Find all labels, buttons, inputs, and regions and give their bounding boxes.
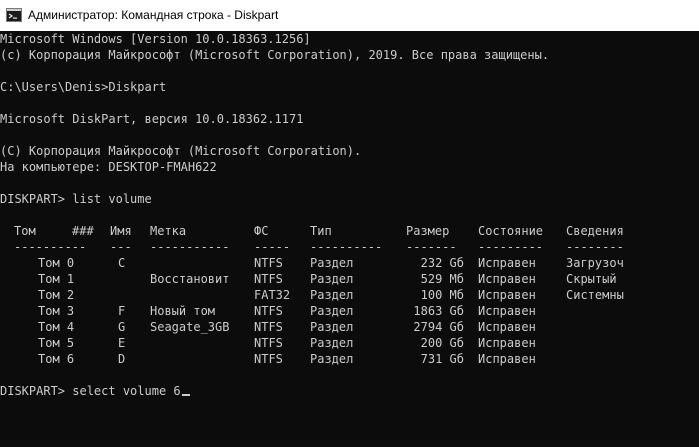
table-cell-volume: Том 3 bbox=[38, 304, 75, 318]
table-cell-letter: D bbox=[118, 352, 126, 366]
table-cell-volume: Том 0 bbox=[38, 256, 75, 270]
table-cell-status: Исправен bbox=[478, 352, 536, 366]
table-cell-type: Раздел bbox=[310, 256, 354, 270]
table-cell-fs: NTFS bbox=[254, 352, 283, 366]
table-cell-letter: E bbox=[118, 336, 126, 350]
command-prompt-line[interactable]: DISKPART> select volume 6 bbox=[0, 383, 190, 399]
table-header-size: Размер bbox=[406, 224, 450, 238]
table-cell-label: Новый том bbox=[150, 304, 216, 318]
table-cell-letter: F bbox=[118, 304, 126, 318]
table-cell-fs: NTFS bbox=[254, 256, 283, 270]
table-cell-volume: Том 1 bbox=[38, 272, 75, 286]
table-cell-status: Исправен bbox=[478, 320, 536, 334]
table-cell-status: Исправен bbox=[478, 336, 536, 350]
table-cell-size: 2794 Gб bbox=[413, 320, 464, 334]
table-cell-type: Раздел bbox=[310, 320, 354, 334]
console-output[interactable]: Microsoft Windows [Version 10.0.18363.12… bbox=[0, 31, 699, 447]
text-cursor bbox=[181, 394, 190, 396]
table-cell-volume: Том 5 bbox=[38, 336, 75, 350]
table-cell-status: Исправен bbox=[478, 304, 536, 318]
table-separator: --- bbox=[110, 240, 132, 254]
window-title: Администратор: Командная строка - Diskpa… bbox=[28, 8, 279, 22]
console-line: Microsoft DiskPart, версия 10.0.18362.11… bbox=[0, 112, 304, 126]
table-separator: ---------- bbox=[14, 240, 87, 254]
table-cell-size: 100 Mб bbox=[420, 288, 464, 302]
table-cell-info: Загрузоч bbox=[566, 256, 624, 270]
cmd-icon bbox=[6, 8, 22, 22]
table-header-type: Тип bbox=[310, 224, 332, 238]
table-cell-info: Системны bbox=[566, 288, 624, 302]
table-header-letter: Имя bbox=[110, 224, 132, 238]
table-cell-fs: NTFS bbox=[254, 304, 283, 318]
table-separator: ---------- bbox=[310, 240, 383, 254]
table-cell-volume: Том 6 bbox=[38, 352, 75, 366]
table-cell-size: 731 Gб bbox=[420, 352, 464, 366]
command-prompt-window: Администратор: Командная строка - Diskpa… bbox=[0, 0, 699, 447]
console-line: (C) Корпорация Майкрософт (Microsoft Cor… bbox=[0, 144, 362, 158]
table-cell-label: Seagate_3GB bbox=[150, 320, 230, 334]
table-header-number: ### bbox=[72, 224, 94, 238]
table-cell-size: 232 Gб bbox=[420, 256, 464, 270]
table-cell-type: Раздел bbox=[310, 336, 354, 350]
table-separator: ------- bbox=[406, 240, 457, 254]
table-separator: ----- bbox=[254, 240, 291, 254]
table-separator: ----------- bbox=[150, 240, 230, 254]
command-input[interactable]: DISKPART> select volume 6 bbox=[0, 384, 181, 398]
table-cell-type: Раздел bbox=[310, 272, 354, 286]
table-cell-letter: G bbox=[118, 320, 126, 334]
console-line: Microsoft Windows [Version 10.0.18363.12… bbox=[0, 32, 311, 46]
console-line: DISKPART> list volume bbox=[0, 192, 152, 206]
table-cell-size: 1863 Gб bbox=[413, 304, 464, 318]
table-cell-type: Раздел bbox=[310, 352, 354, 366]
table-cell-info: Скрытый bbox=[566, 272, 617, 286]
console-line: На компьютере: DESKTOP-FMAH622 bbox=[0, 160, 217, 174]
table-cell-fs: NTFS bbox=[254, 336, 283, 350]
table-cell-fs: FAT32 bbox=[254, 288, 291, 302]
table-header-info: Сведения bbox=[566, 224, 624, 238]
table-cell-fs: NTFS bbox=[254, 272, 283, 286]
table-cell-status: Исправен bbox=[478, 272, 536, 286]
title-bar[interactable]: Администратор: Командная строка - Diskpa… bbox=[0, 0, 699, 31]
table-cell-volume: Том 4 bbox=[38, 320, 75, 334]
console-line: (с) Корпорация Майкрософт (Microsoft Cor… bbox=[0, 48, 550, 62]
table-cell-label: Восстановит bbox=[150, 272, 230, 286]
table-header-volume: Том bbox=[14, 224, 36, 238]
table-header-status: Состояние bbox=[478, 224, 544, 238]
table-cell-type: Раздел bbox=[310, 288, 354, 302]
table-cell-volume: Том 2 bbox=[38, 288, 75, 302]
table-cell-type: Раздел bbox=[310, 304, 354, 318]
table-header-label: Метка bbox=[150, 224, 187, 238]
table-cell-letter: C bbox=[118, 256, 126, 270]
table-cell-size: 200 Gб bbox=[420, 336, 464, 350]
table-cell-status: Исправен bbox=[478, 256, 536, 270]
console-line: C:\Users\Denis>Diskpart bbox=[0, 80, 167, 94]
table-cell-status: Исправен bbox=[478, 288, 536, 302]
table-cell-fs: NTFS bbox=[254, 320, 283, 334]
table-cell-size: 529 Mб bbox=[420, 272, 464, 286]
table-separator: -------- bbox=[566, 240, 624, 254]
table-separator: --------- bbox=[478, 240, 544, 254]
table-header-fs: ФС bbox=[254, 224, 269, 238]
